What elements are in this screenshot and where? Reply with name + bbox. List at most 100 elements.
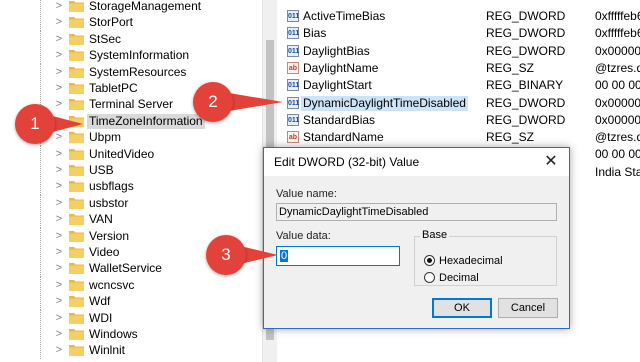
tree-item-label: TabletPC — [89, 81, 138, 95]
registry-key-tree: > StorageManagement > StorPort > StSec > System… — [0, 0, 262, 362]
registry-value-row[interactable]: ab StandardName REG_SZ @tzres.dll — [277, 129, 640, 146]
folder-icon — [69, 33, 84, 45]
value-name-label: Value name: — [276, 188, 337, 200]
close-icon[interactable]: ✕ — [541, 152, 561, 172]
tree-item[interactable]: > Windows — [0, 326, 262, 343]
tree-item[interactable]: > Wdf — [0, 293, 262, 311]
tree-guide-line — [40, 178, 41, 196]
folder-icon — [69, 180, 84, 193]
chevron-right-icon[interactable]: > — [53, 343, 65, 357]
chevron-right-icon[interactable]: > — [53, 294, 65, 308]
tree-item-label: Video — [89, 245, 120, 259]
value-name: DynamicDaylightTimeDisabled — [301, 95, 468, 111]
tree-item[interactable]: > SystemResources — [0, 63, 262, 81]
registry-value-row[interactable]: 011 DaylightBias REG_DWORD 0x000000 — [277, 43, 640, 60]
chevron-right-icon[interactable]: > — [53, 196, 65, 210]
tree-item[interactable]: > wcncsvc — [0, 276, 262, 294]
tree-item[interactable]: > VAN — [0, 211, 262, 229]
value-data: @tzres.dll — [595, 130, 640, 145]
tree-guide-line — [40, 63, 41, 81]
tree-guide-line — [40, 162, 41, 179]
tree-item[interactable]: > SystemInformation — [0, 47, 262, 65]
chevron-right-icon[interactable]: > — [53, 48, 65, 62]
registry-value-row[interactable]: 011 DaylightStart REG_BINARY 00 00 00 0 — [277, 77, 640, 94]
chevron-right-icon[interactable]: > — [53, 245, 65, 259]
folder-icon — [69, 344, 84, 357]
tree-guide-line — [40, 211, 41, 229]
tree-item-label: Winlnit — [89, 343, 126, 358]
tree-item-label: Terminal Server — [89, 97, 174, 112]
tree-item[interactable]: > USB — [0, 162, 262, 179]
tree-item[interactable]: > StSec — [0, 30, 262, 48]
value-data: India Star — [595, 164, 640, 179]
chevron-right-icon[interactable]: > — [53, 278, 65, 292]
value-name-field: DynamicDaylightTimeDisabled — [276, 203, 557, 221]
tree-item[interactable]: > StorageManagement — [0, 0, 262, 15]
hexadecimal-label: Hexadecimal — [439, 255, 503, 267]
reg-dword-icon: 011 — [287, 44, 299, 57]
value-type: REG_SZ — [486, 130, 535, 145]
registry-value-row[interactable]: 011 ActiveTimeBias REG_DWORD 0xfffffeb6 — [277, 8, 640, 25]
tree-item-label: WDI — [89, 310, 113, 325]
registry-value-row[interactable]: 011 StandardBias REG_DWORD 0x000000 — [277, 112, 640, 129]
tree-guide-line — [40, 326, 41, 343]
tree-guide-line — [40, 14, 41, 32]
registry-value-row[interactable]: 011 DynamicDaylightTimeDisabled REG_DWORD 0… — [277, 95, 640, 112]
folder-icon — [69, 148, 84, 160]
value-data: 0x000000 — [595, 95, 640, 110]
tree-item[interactable]: > usbflags — [0, 178, 262, 196]
reg-sz-icon: ab — [287, 61, 299, 74]
chevron-right-icon[interactable]: > — [53, 15, 65, 29]
value-data-input[interactable]: 0 — [276, 246, 400, 266]
tree-item-label: Windows — [89, 327, 138, 341]
chevron-right-icon[interactable]: > — [53, 311, 65, 325]
folder-icon — [69, 49, 84, 62]
chevron-right-icon[interactable]: > — [53, 261, 65, 275]
tree-guide-line — [40, 227, 41, 245]
value-name: DaylightBias — [303, 43, 370, 58]
callout-2-badge: 2 — [193, 82, 233, 122]
cancel-button[interactable]: Cancel — [498, 298, 558, 318]
tree-item[interactable]: > StorPort — [0, 14, 262, 32]
radio-dot-icon — [424, 272, 435, 283]
chevron-right-icon[interactable]: > — [53, 179, 65, 193]
tree-guide-line — [40, 30, 41, 48]
tree-item[interactable]: > WDI — [0, 309, 262, 327]
tree-item-label: USB — [89, 163, 114, 177]
folder-icon — [69, 82, 84, 94]
decimal-label: Decimal — [439, 272, 479, 284]
folder-icon — [69, 295, 84, 308]
folder-icon — [69, 164, 84, 176]
chevron-right-icon[interactable]: > — [53, 229, 65, 243]
tree-item-label: UnitedVideo — [89, 146, 155, 161]
chevron-right-icon[interactable]: > — [53, 81, 65, 95]
tree-item[interactable]: > usbstor — [0, 194, 262, 212]
value-data: 0xfffffeb6 — [595, 26, 640, 41]
folder-icon — [69, 328, 84, 340]
reg-dword-icon: 011 — [287, 79, 299, 92]
registry-value-row[interactable]: ab DaylightName REG_SZ @tzres.dll — [277, 60, 640, 77]
reg-dword-icon: 011 — [287, 113, 299, 126]
tree-item-label: usbstor — [89, 195, 129, 210]
tree-item[interactable]: > Winlnit — [0, 342, 262, 360]
value-type: REG_DWORD — [486, 95, 566, 110]
chevron-right-icon[interactable]: > — [53, 65, 65, 79]
chevron-right-icon[interactable]: > — [53, 147, 65, 161]
value-type: REG_BINARY — [486, 78, 564, 93]
registry-value-row[interactable]: 011 Bias REG_DWORD 0xfffffeb6 — [277, 25, 640, 42]
tree-item-label: StorPort — [89, 15, 134, 30]
tree-guide-line — [40, 47, 41, 65]
chevron-right-icon[interactable]: > — [53, 0, 65, 13]
value-name: ActiveTimeBias — [303, 9, 386, 23]
ok-button[interactable]: OK — [432, 298, 492, 318]
chevron-right-icon[interactable]: > — [53, 212, 65, 226]
folder-icon — [69, 16, 84, 29]
chevron-right-icon[interactable]: > — [53, 327, 65, 341]
tree-item-label: StSec — [89, 31, 122, 46]
chevron-right-icon[interactable]: > — [53, 163, 65, 177]
callout-1-badge: 1 — [15, 104, 55, 144]
callout-3-badge: 3 — [206, 235, 246, 275]
value-type: REG_DWORD — [486, 9, 566, 23]
chevron-right-icon[interactable]: > — [53, 32, 65, 46]
tree-item[interactable]: > UnitedVideo — [0, 145, 262, 163]
